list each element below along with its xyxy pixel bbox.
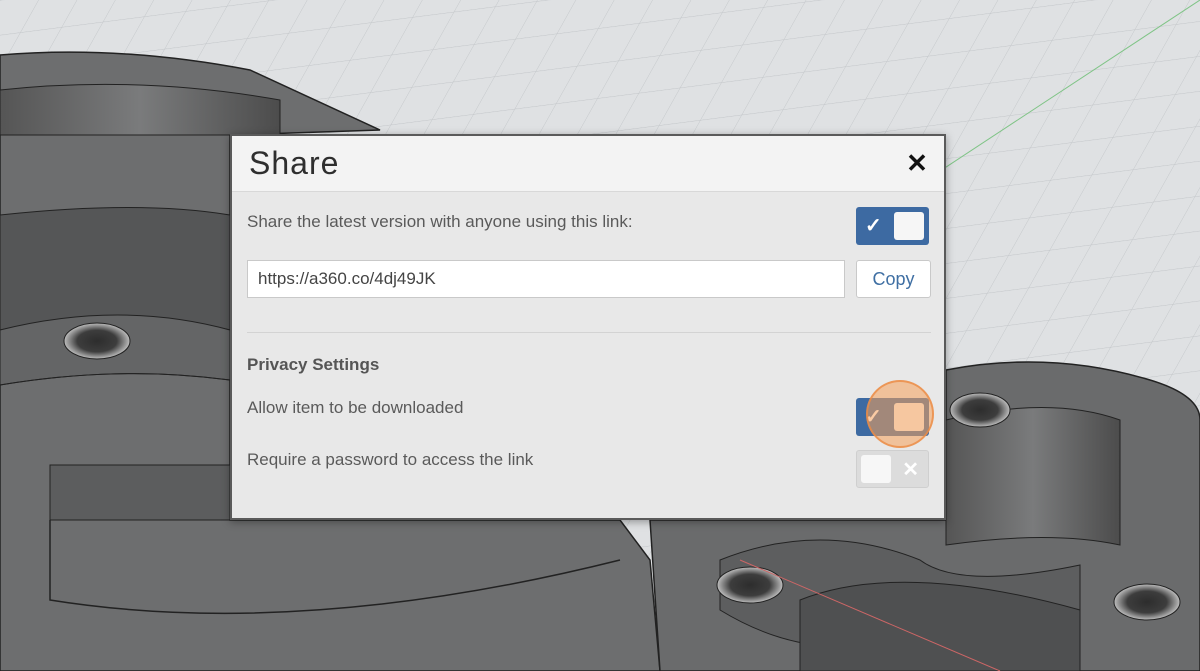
share-link-label: Share the latest version with anyone usi… [247, 212, 633, 231]
allow-download-toggle[interactable]: ✓ [856, 398, 929, 436]
toggle-knob [894, 403, 924, 431]
require-password-label: Require a password to access the link [247, 450, 534, 469]
share-link-toggle[interactable]: ✓ [856, 207, 929, 245]
share-dialog: Share ✕ Share the latest version with an… [230, 134, 946, 520]
x-icon: ✕ [902, 459, 919, 481]
require-password-toggle[interactable]: ✕ [856, 450, 929, 488]
toggle-knob [894, 212, 924, 240]
allow-download-label: Allow item to be downloaded [247, 398, 464, 417]
toggle-knob [861, 455, 891, 483]
copy-button[interactable]: Copy [856, 260, 931, 298]
dialog-header: Share ✕ [232, 136, 944, 192]
privacy-settings-heading: Privacy Settings [247, 355, 380, 374]
share-link-input[interactable] [247, 260, 845, 298]
checkmark-icon: ✓ [865, 215, 882, 237]
checkmark-icon: ✓ [865, 406, 882, 428]
close-icon[interactable]: ✕ [904, 150, 930, 176]
dialog-title: Share [249, 145, 340, 181]
divider [247, 332, 931, 333]
